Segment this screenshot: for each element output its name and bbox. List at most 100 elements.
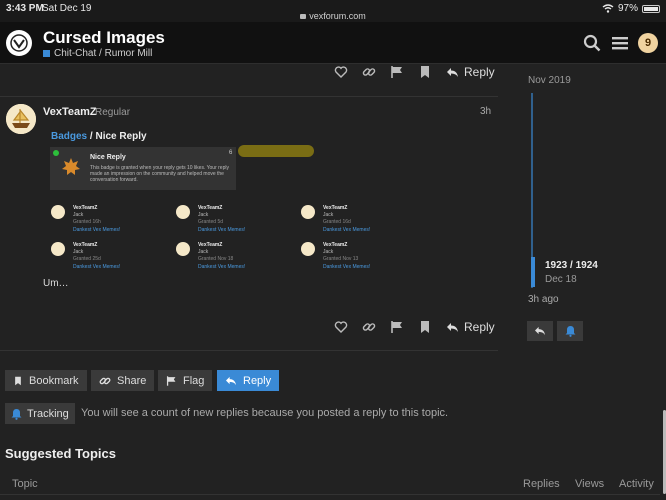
badge-card[interactable]: Nice Reply 6 This badge is granted when …	[50, 147, 236, 190]
grant-name: Jack	[323, 212, 334, 218]
badge-star-icon	[62, 158, 80, 175]
badge-grant-item[interactable]: VexTeamZ Jack Granted Nov 18 Dankest Vex Me…	[176, 242, 286, 274]
heart-icon[interactable]	[334, 320, 348, 334]
bookmark-label: Bookmark	[29, 374, 79, 387]
notification-level-button[interactable]: Tracking	[5, 403, 75, 424]
ship-avatar-icon	[6, 104, 36, 134]
timeline-reply-button[interactable]	[527, 321, 553, 341]
grant-username[interactable]: VexTeamZ	[323, 205, 347, 211]
grant-username[interactable]: VexTeamZ	[198, 242, 222, 248]
grant-username[interactable]: VexTeamZ	[73, 205, 97, 211]
bookmark-icon[interactable]	[418, 65, 432, 79]
bell-icon	[565, 326, 575, 337]
category-badge[interactable]: Chit-Chat / Rumor Mill	[43, 48, 152, 59]
battery-icon	[642, 4, 660, 13]
badge-grant-item[interactable]: VexTeamZ Jack Granted 16h Dankest Vex Memes…	[51, 205, 161, 237]
post-timestamp[interactable]: 3h	[480, 106, 491, 117]
battery-percent: 97%	[617, 3, 638, 14]
grant-username[interactable]: VexTeamZ	[198, 205, 222, 211]
badge-grant-item[interactable]: VexTeamZ Jack Granted 16d Dankest Vex Memes…	[301, 205, 411, 237]
timeline-start-date[interactable]: Nov 2019	[528, 75, 571, 86]
reply-button[interactable]: Reply	[446, 320, 495, 334]
timeline-last-activity[interactable]: 3h ago	[528, 294, 559, 305]
grant-avatar[interactable]	[176, 205, 190, 219]
reply-button-top[interactable]: Reply	[446, 65, 495, 79]
topic-title[interactable]: Cursed Images	[43, 28, 165, 48]
timeline-notifications-button[interactable]	[557, 321, 583, 341]
yellow-scribble	[238, 145, 314, 157]
column-header-views[interactable]: Views	[575, 478, 604, 490]
tracking-label: Tracking	[27, 407, 69, 420]
link-icon[interactable]	[362, 65, 376, 79]
bookmark-icon[interactable]	[418, 320, 432, 334]
bookmark-icon	[15, 376, 21, 385]
system-indicators: 97%	[602, 3, 660, 14]
check-icon	[53, 150, 59, 156]
suggested-topics-heading: Suggested Topics	[5, 446, 116, 461]
grant-topic-link[interactable]: Dankest Vex Memes!	[73, 227, 120, 233]
badge-grant-item[interactable]: VexTeamZ Jack Granted 25d Dankest Vex Memes…	[51, 242, 161, 274]
reply-icon	[535, 326, 545, 336]
category-color-icon	[43, 50, 50, 57]
grant-username[interactable]: VexTeamZ	[323, 242, 347, 248]
grant-topic-link[interactable]: Dankest Vex Memes!	[73, 264, 120, 270]
search-icon[interactable]	[583, 34, 601, 52]
grant-time: Granted Nov 13	[323, 256, 359, 262]
tracking-description: You will see a count of new replies beca…	[81, 407, 449, 419]
grant-time: Granted Nov 18	[198, 256, 234, 262]
menu-icon[interactable]	[612, 34, 628, 52]
column-header-replies[interactable]: Replies	[523, 478, 560, 490]
post-actions-top: Reply	[334, 65, 495, 79]
grant-name: Jack	[73, 212, 84, 218]
post-username[interactable]: VexTeamZ	[43, 106, 97, 118]
user-avatar[interactable]: 9	[638, 33, 658, 53]
grant-topic-link[interactable]: Dankest Vex Memes!	[198, 264, 245, 270]
flag-button[interactable]: Flag	[158, 370, 213, 391]
onebox-header: Badges / Nice Reply	[51, 131, 147, 142]
post-user-title: Regular	[95, 107, 131, 118]
badge-grant-item[interactable]: VexTeamZ Jack Granted Nov 13 Dankest Vex Me…	[301, 242, 411, 274]
grant-topic-link[interactable]: Dankest Vex Memes!	[323, 227, 370, 233]
bell-icon	[11, 408, 22, 420]
grant-topic-link[interactable]: Dankest Vex Memes!	[323, 264, 370, 270]
onebox-link[interactable]: Badges	[51, 131, 87, 142]
reply-primary-button[interactable]: Reply	[217, 370, 280, 391]
onebox-title: Nice Reply	[95, 131, 147, 142]
column-header-activity[interactable]: Activity	[619, 478, 654, 490]
flag-icon[interactable]	[390, 65, 404, 79]
reply-icon	[226, 376, 236, 385]
grant-time: Granted 16h	[73, 219, 101, 225]
grant-topic-link[interactable]: Dankest Vex Memes!	[198, 227, 245, 233]
grant-avatar[interactable]	[51, 242, 65, 256]
grant-avatar[interactable]	[301, 205, 315, 219]
timeline-position: 1923 / 1924	[545, 260, 598, 271]
badge-count: 6	[229, 150, 233, 156]
timeline-position-date: Dec 18	[545, 274, 577, 285]
address-bar[interactable]: vexforum.com	[0, 11, 666, 21]
grant-name: Jack	[198, 212, 209, 218]
heart-icon[interactable]	[334, 65, 348, 79]
link-icon[interactable]	[362, 320, 376, 334]
bookmark-button[interactable]: Bookmark	[5, 370, 87, 391]
grant-avatar[interactable]	[301, 242, 315, 256]
flag-icon[interactable]	[390, 320, 404, 334]
grant-avatar[interactable]	[51, 205, 65, 219]
reply-label: Reply	[464, 65, 495, 79]
timeline-scroller-handle[interactable]	[531, 257, 535, 287]
flag-label: Flag	[183, 374, 205, 387]
grant-avatar[interactable]	[176, 242, 190, 256]
grant-name: Jack	[73, 249, 84, 255]
badge-grant-item[interactable]: VexTeamZ Jack Granted 5d Dankest Vex Memes!	[176, 205, 286, 237]
grant-time: Granted 5d	[198, 219, 224, 225]
grant-time: Granted 16d	[323, 219, 351, 225]
badge-name: Nice Reply	[90, 154, 126, 161]
share-button[interactable]: Share	[91, 370, 155, 391]
table-header-divider	[0, 494, 660, 495]
post-avatar[interactable]	[6, 104, 36, 134]
share-label: Share	[117, 374, 147, 387]
badge-description: This badge is granted when your reply ge…	[90, 165, 229, 183]
column-header-topic[interactable]: Topic	[12, 478, 38, 490]
grant-username[interactable]: VexTeamZ	[73, 242, 97, 248]
vex-logo-icon[interactable]	[6, 30, 32, 56]
reply-icon	[447, 322, 458, 332]
